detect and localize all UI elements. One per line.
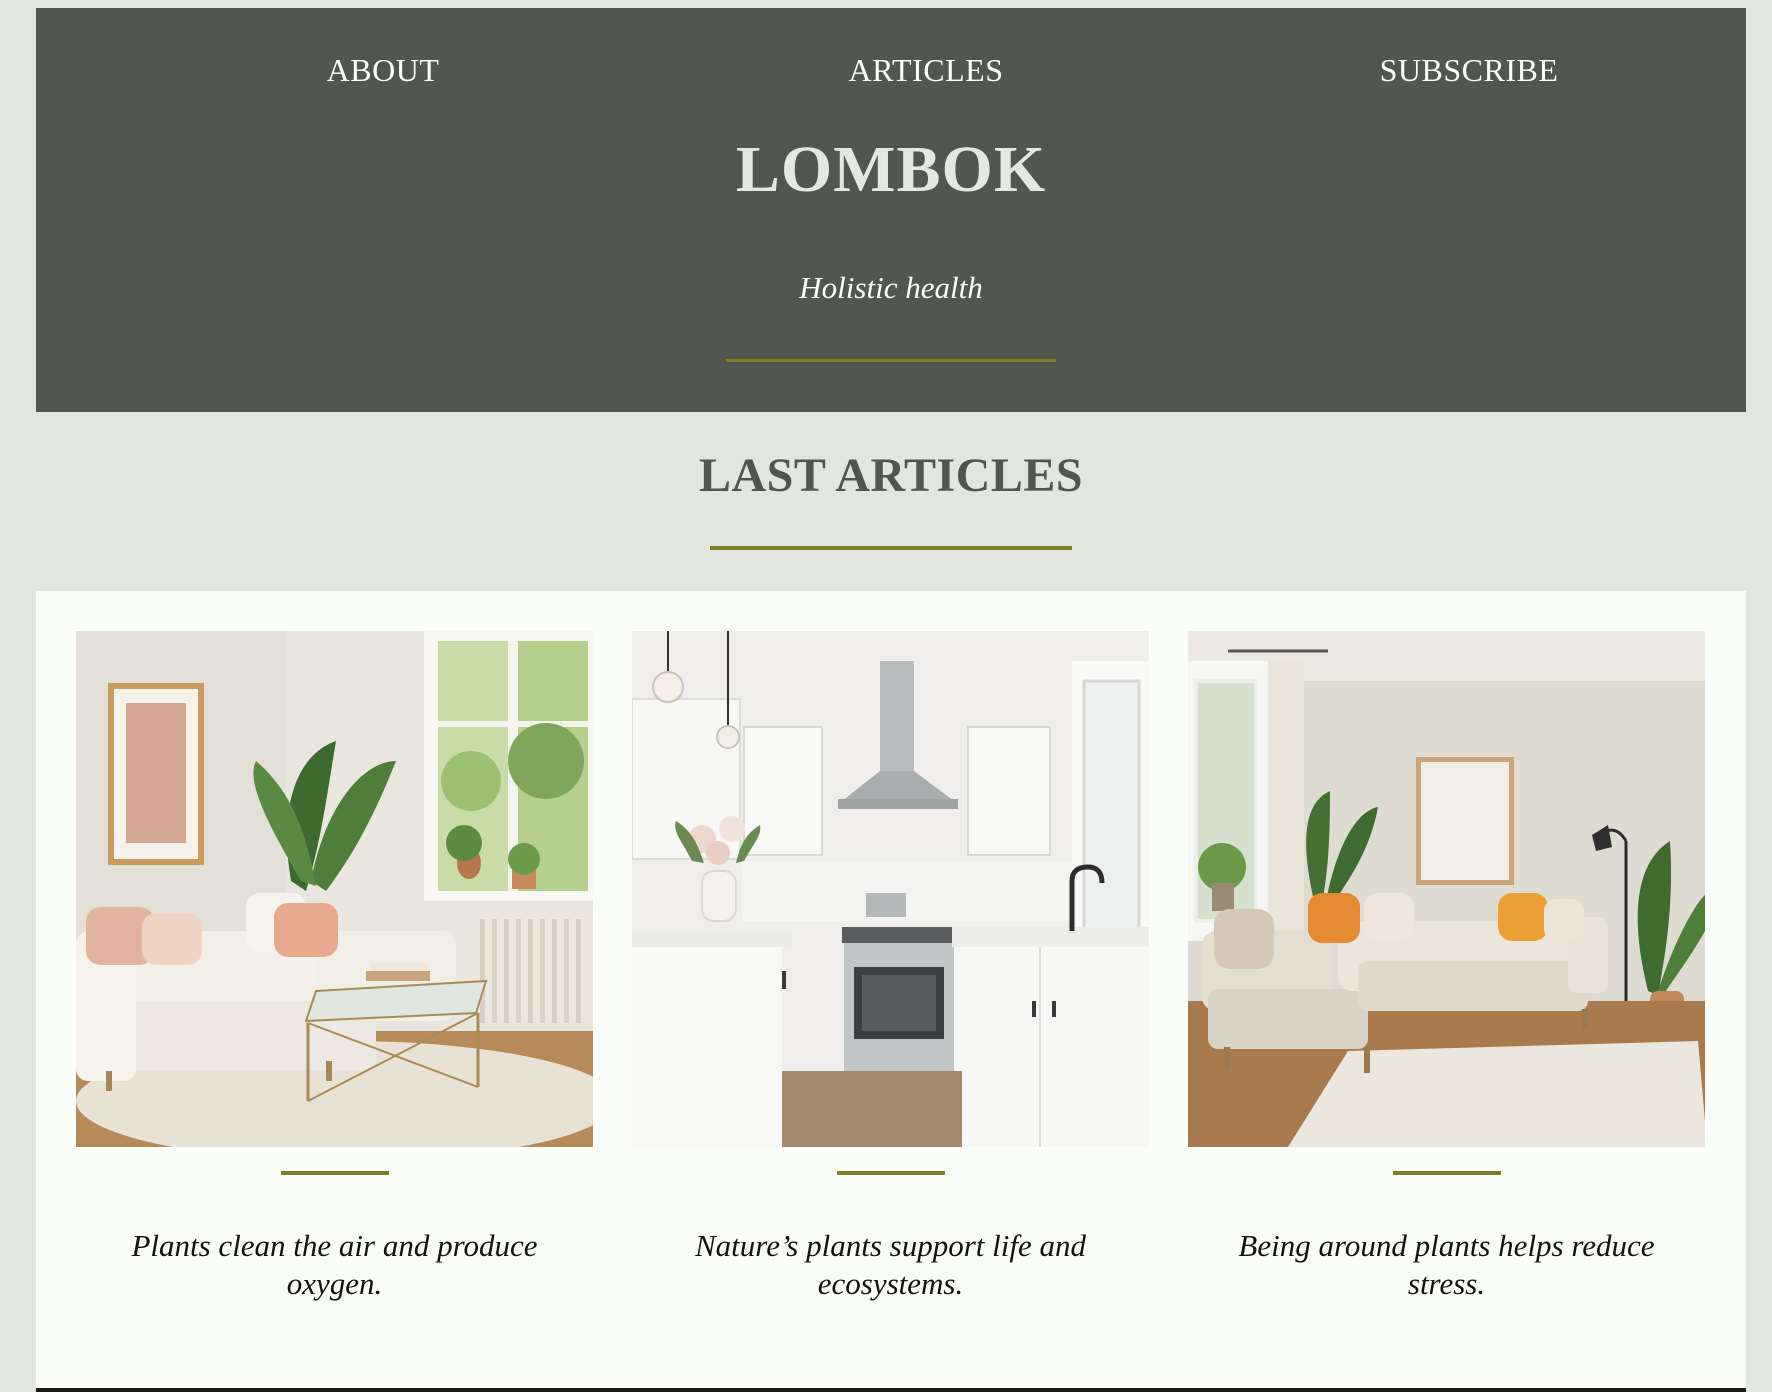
articles-panel: Plants clean the air and produce oxygen. <box>36 591 1746 1392</box>
nav-subscribe-link[interactable]: SUBSCRIBE <box>1319 52 1619 89</box>
article-divider <box>1392 1171 1501 1175</box>
header-divider <box>726 359 1056 362</box>
site-title: LOMBOK <box>735 133 1047 206</box>
article-image-sectional[interactable] <box>1188 631 1705 1147</box>
article-caption[interactable]: Being around plants helps reduce stress. <box>1227 1227 1667 1303</box>
article-caption[interactable]: Plants clean the air and produce oxygen. <box>115 1227 555 1303</box>
article-card[interactable]: Nature’s plants support life and ecosyst… <box>632 631 1149 1303</box>
nav-articles-link[interactable]: ARTICLES <box>776 52 1076 89</box>
section-title: LAST ARTICLES <box>698 449 1084 502</box>
article-image-kitchen[interactable] <box>632 631 1149 1147</box>
site-tagline: Holistic health <box>799 270 983 305</box>
nav-about-link[interactable]: ABOUT <box>233 52 533 89</box>
article-card[interactable]: Being around plants helps reduce stress. <box>1188 631 1705 1303</box>
article-divider <box>836 1171 945 1175</box>
article-caption[interactable]: Nature’s plants support life and ecosyst… <box>671 1227 1111 1303</box>
page: ABOUT ARTICLES SUBSCRIBE LOMBOK Holistic… <box>0 0 1772 1392</box>
article-divider <box>280 1171 389 1175</box>
article-card[interactable]: Plants clean the air and produce oxygen. <box>76 631 593 1303</box>
article-image-living-room[interactable] <box>76 631 593 1147</box>
site-header: ABOUT ARTICLES SUBSCRIBE LOMBOK Holistic… <box>36 8 1746 412</box>
section-divider <box>710 546 1072 550</box>
